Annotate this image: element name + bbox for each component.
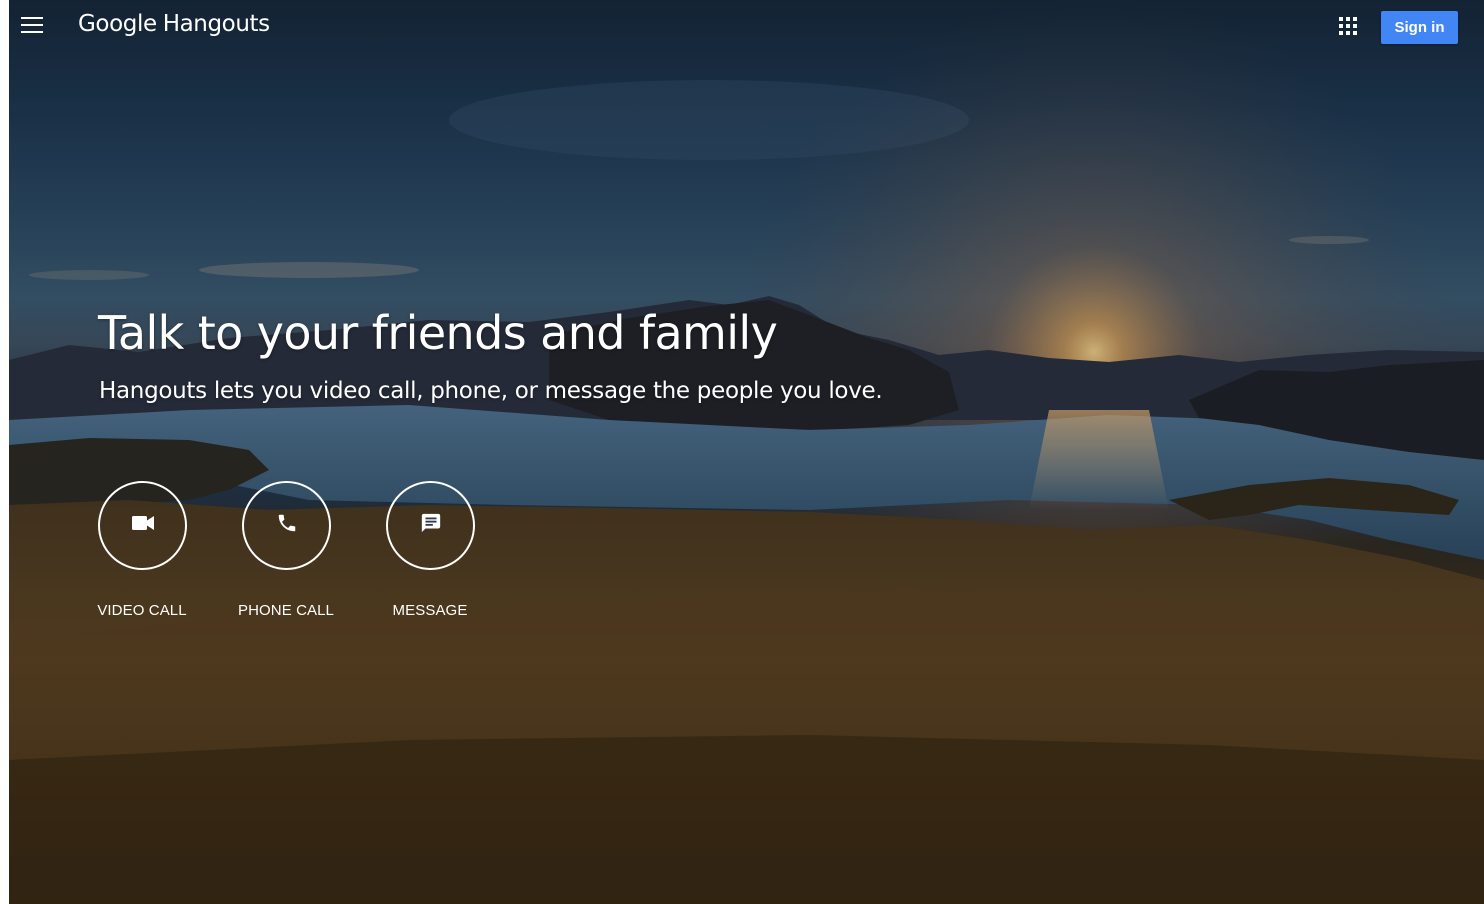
apps-grid-icon [1339, 16, 1357, 40]
hero-background [9, 0, 1484, 904]
phone-icon [276, 512, 298, 539]
message-icon [420, 512, 442, 539]
phone-call-label: PHONE CALL [237, 602, 335, 619]
main-menu-button[interactable] [14, 12, 50, 42]
message-label: MESSAGE [392, 602, 468, 619]
page-edge [0, 0, 9, 904]
sign-in-button[interactable]: Sign in [1381, 11, 1458, 44]
message-circle[interactable] [386, 481, 475, 570]
phone-call-circle[interactable] [242, 481, 331, 570]
video-call-circle[interactable] [98, 481, 187, 570]
google-hangouts-logo[interactable]: Google Hangouts [78, 11, 270, 37]
phone-call-button[interactable]: PHONE CALL [211, 481, 361, 631]
hamburger-menu-icon [21, 16, 43, 38]
video-call-label: VIDEO CALL [97, 602, 187, 619]
logo-product: Hangouts [162, 11, 270, 37]
logo-brand: Google [78, 11, 157, 37]
page: Google Hangouts Sign in Talk to your frie… [0, 0, 1484, 904]
google-apps-button[interactable] [1334, 14, 1362, 42]
message-button[interactable]: MESSAGE [355, 481, 505, 631]
video-camera-icon [131, 516, 154, 535]
hero-overlay [9, 0, 1484, 904]
video-call-button[interactable]: VIDEO CALL [67, 481, 217, 631]
hero-subheading: Hangouts lets you video call, phone, or … [99, 378, 883, 404]
hero-headline: Talk to your friends and family [98, 306, 778, 360]
